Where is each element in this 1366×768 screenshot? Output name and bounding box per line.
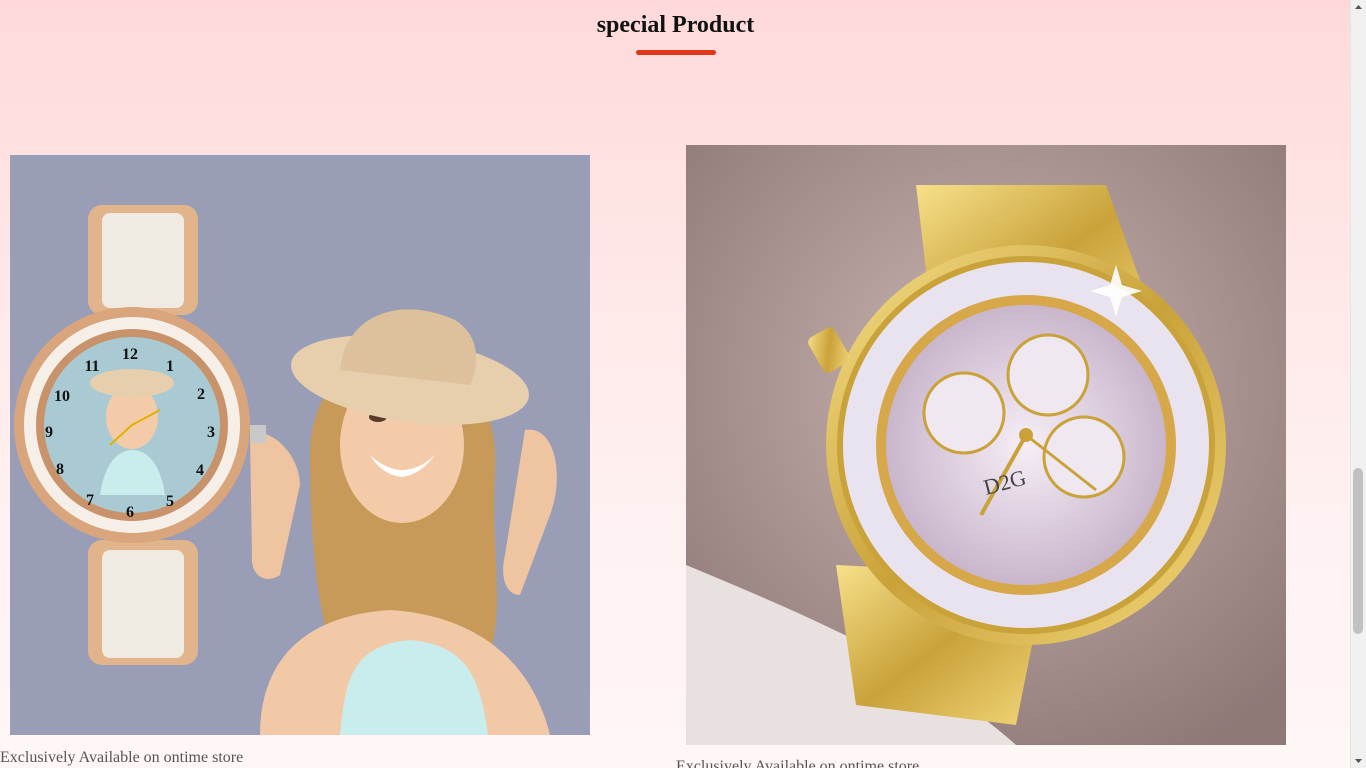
title-underline xyxy=(636,50,716,55)
svg-text:10: 10 xyxy=(54,388,70,405)
scroll-down-arrow-icon[interactable] xyxy=(1351,753,1366,768)
product-image-gold-watch[interactable]: D2G xyxy=(686,145,1286,745)
svg-text:2: 2 xyxy=(197,386,205,403)
svg-text:8: 8 xyxy=(56,461,64,478)
product-card-2[interactable]: D2G xyxy=(686,145,1286,745)
section-title: special Product xyxy=(596,12,755,38)
svg-text:6: 6 xyxy=(126,504,134,521)
special-product-section: special Product 12 1 2 3 4 5 6 7 8 9 10 … xyxy=(0,0,1351,768)
svg-text:12: 12 xyxy=(122,346,138,363)
svg-text:4: 4 xyxy=(196,462,204,479)
scrollbar-thumb[interactable] xyxy=(1353,468,1363,634)
vertical-scrollbar[interactable] xyxy=(1350,0,1366,768)
product-caption-1[interactable]: Exclusively Available on ontime store xyxy=(0,748,243,768)
svg-text:1: 1 xyxy=(166,358,174,375)
product-image-photo-watch[interactable]: 12 1 2 3 4 5 6 7 8 9 10 11 xyxy=(10,155,590,735)
svg-text:5: 5 xyxy=(166,493,174,510)
product-caption-2[interactable]: Exclusively Available on ontime store xyxy=(676,757,919,768)
svg-text:11: 11 xyxy=(84,358,99,375)
svg-text:9: 9 xyxy=(45,424,53,441)
scroll-up-arrow-icon[interactable] xyxy=(1351,0,1366,15)
svg-text:3: 3 xyxy=(207,424,215,441)
svg-text:7: 7 xyxy=(86,492,94,509)
product-card-1[interactable]: 12 1 2 3 4 5 6 7 8 9 10 11 xyxy=(10,155,590,735)
